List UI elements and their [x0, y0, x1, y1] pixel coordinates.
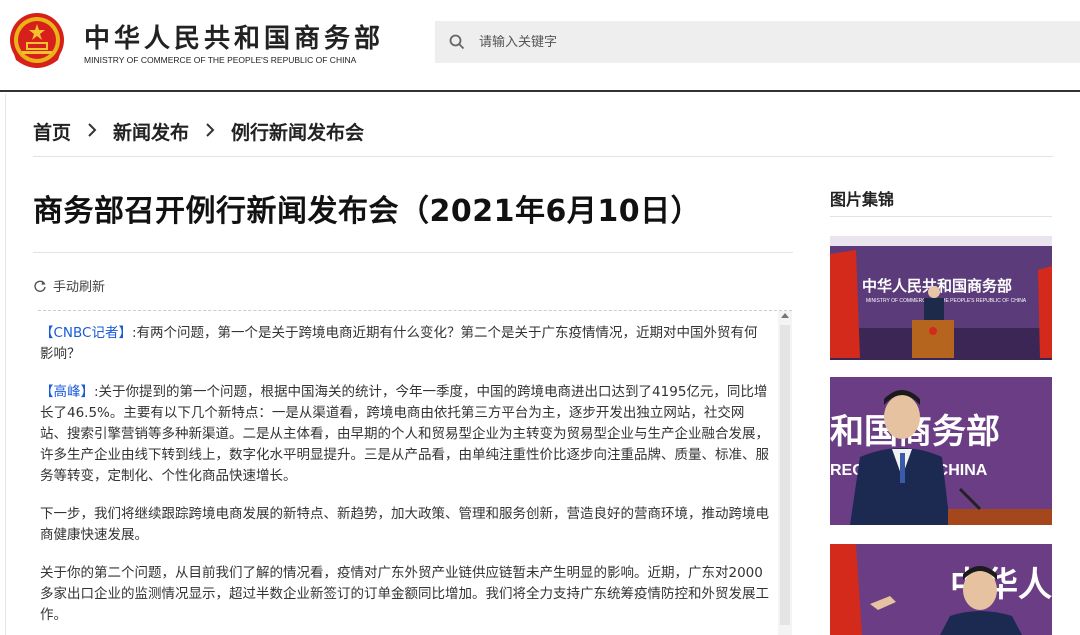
live-transcript: 【CNBC记者】:有两个问题，第一个是关于跨境电商近期有什么变化？第二个是关于广…: [38, 311, 770, 635]
refresh-label: 手动刷新: [53, 280, 106, 295]
breadcrumb-regular-press-conference[interactable]: 例行新闻发布会: [231, 118, 364, 145]
scrollbar[interactable]: [778, 311, 792, 635]
breadcrumb: 首页 新闻发布 例行新闻发布会: [33, 118, 364, 145]
gallery-photo[interactable]: 和国商务部 REC BLIC OF CHINA: [830, 377, 1052, 525]
breadcrumb-home[interactable]: 首页: [33, 118, 71, 145]
search-bar[interactable]: [435, 21, 1080, 63]
spokesperson-photo: 和国商务部 REC BLIC OF CHINA: [830, 377, 1052, 525]
question-text: :有两个问题，第一个是关于跨境电商近期有什么变化？第二个是关于广东疫情情况，近期…: [40, 325, 758, 362]
gallery-title[interactable]: 图片集锦: [830, 186, 894, 210]
gallery-photo[interactable]: 中华人: [830, 544, 1052, 635]
speaker-name: 【高峰】: [40, 384, 94, 400]
search-icon[interactable]: [435, 34, 479, 50]
national-emblem-icon[interactable]: [8, 12, 66, 72]
divider: [33, 156, 1053, 157]
site-subtitle: MINISTRY OF COMMERCE OF THE PEOPLE'S REP…: [84, 55, 357, 65]
svg-text:MINISTRY OF COMMERCE OF THE PE: MINISTRY OF COMMERCE OF THE PEOPLE'S REP…: [866, 298, 1027, 304]
page-edge: [0, 94, 6, 635]
answer-text: :关于你提到的第一个问题，根据中国海关的统计，今年一季度，中国的跨境电商进出口达…: [40, 384, 769, 484]
refresh-icon: [34, 280, 46, 292]
speaker-name: 【CNBC记者】: [40, 325, 132, 341]
answer-paragraph: 下一步，我们将继续跟踪跨境电商发展的新特点、新趋势，加大政策、管理和服务创新，营…: [40, 506, 769, 543]
refresh-button[interactable]: 手动刷新: [33, 276, 105, 295]
answer-paragraph: 关于你的第二个问题，从目前我们了解的情况看，疫情对广东外贸产业链供应链暂未产生明…: [40, 565, 769, 623]
site-header: 中华人民共和国商务部 MINISTRY OF COMMERCE OF THE P…: [0, 0, 1080, 92]
divider: [830, 216, 1052, 217]
press-conference-photo: 中华人民共和国商务部 MINISTRY OF COMMERCE OF THE P…: [830, 236, 1052, 360]
scroll-up-icon[interactable]: [781, 313, 789, 318]
chevron-right-icon: [205, 121, 215, 143]
spokesperson-gesture-photo: 中华人: [830, 544, 1052, 635]
breadcrumb-news-release[interactable]: 新闻发布: [113, 118, 189, 145]
search-input[interactable]: [479, 34, 1039, 50]
answer-paragraph: 【高峰】:关于你提到的第一个问题，根据中国海关的统计，今年一季度，中国的跨境电商…: [40, 382, 770, 487]
site-title[interactable]: 中华人民共和国商务部: [84, 18, 384, 55]
gallery-photo[interactable]: 中华人民共和国商务部 MINISTRY OF COMMERCE OF THE P…: [830, 236, 1052, 360]
live-transcript-box[interactable]: 【CNBC记者】:有两个问题，第一个是关于跨境电商近期有什么变化？第二个是关于广…: [38, 310, 792, 635]
scrollbar-thumb[interactable]: [780, 325, 790, 625]
question-paragraph: 【CNBC记者】:有两个问题，第一个是关于跨境电商近期有什么变化？第二个是关于广…: [40, 323, 770, 365]
divider: [33, 252, 793, 253]
chevron-right-icon: [87, 121, 97, 143]
page-title: 商务部召开例行新闻发布会（2021年6月10日）: [33, 194, 702, 229]
